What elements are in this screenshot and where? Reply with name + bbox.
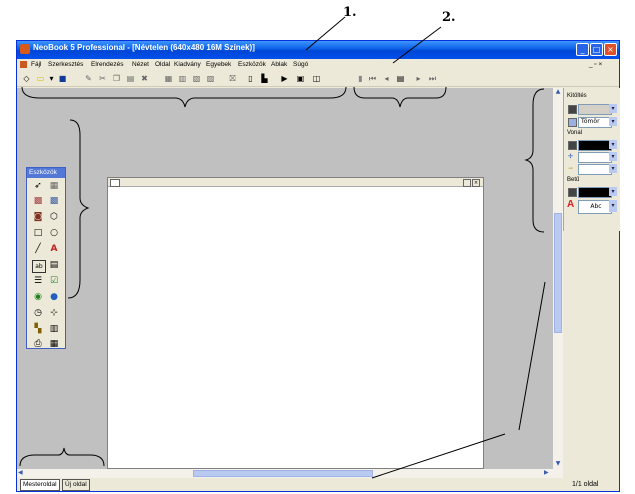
annotation-lines [19, 16, 546, 479]
